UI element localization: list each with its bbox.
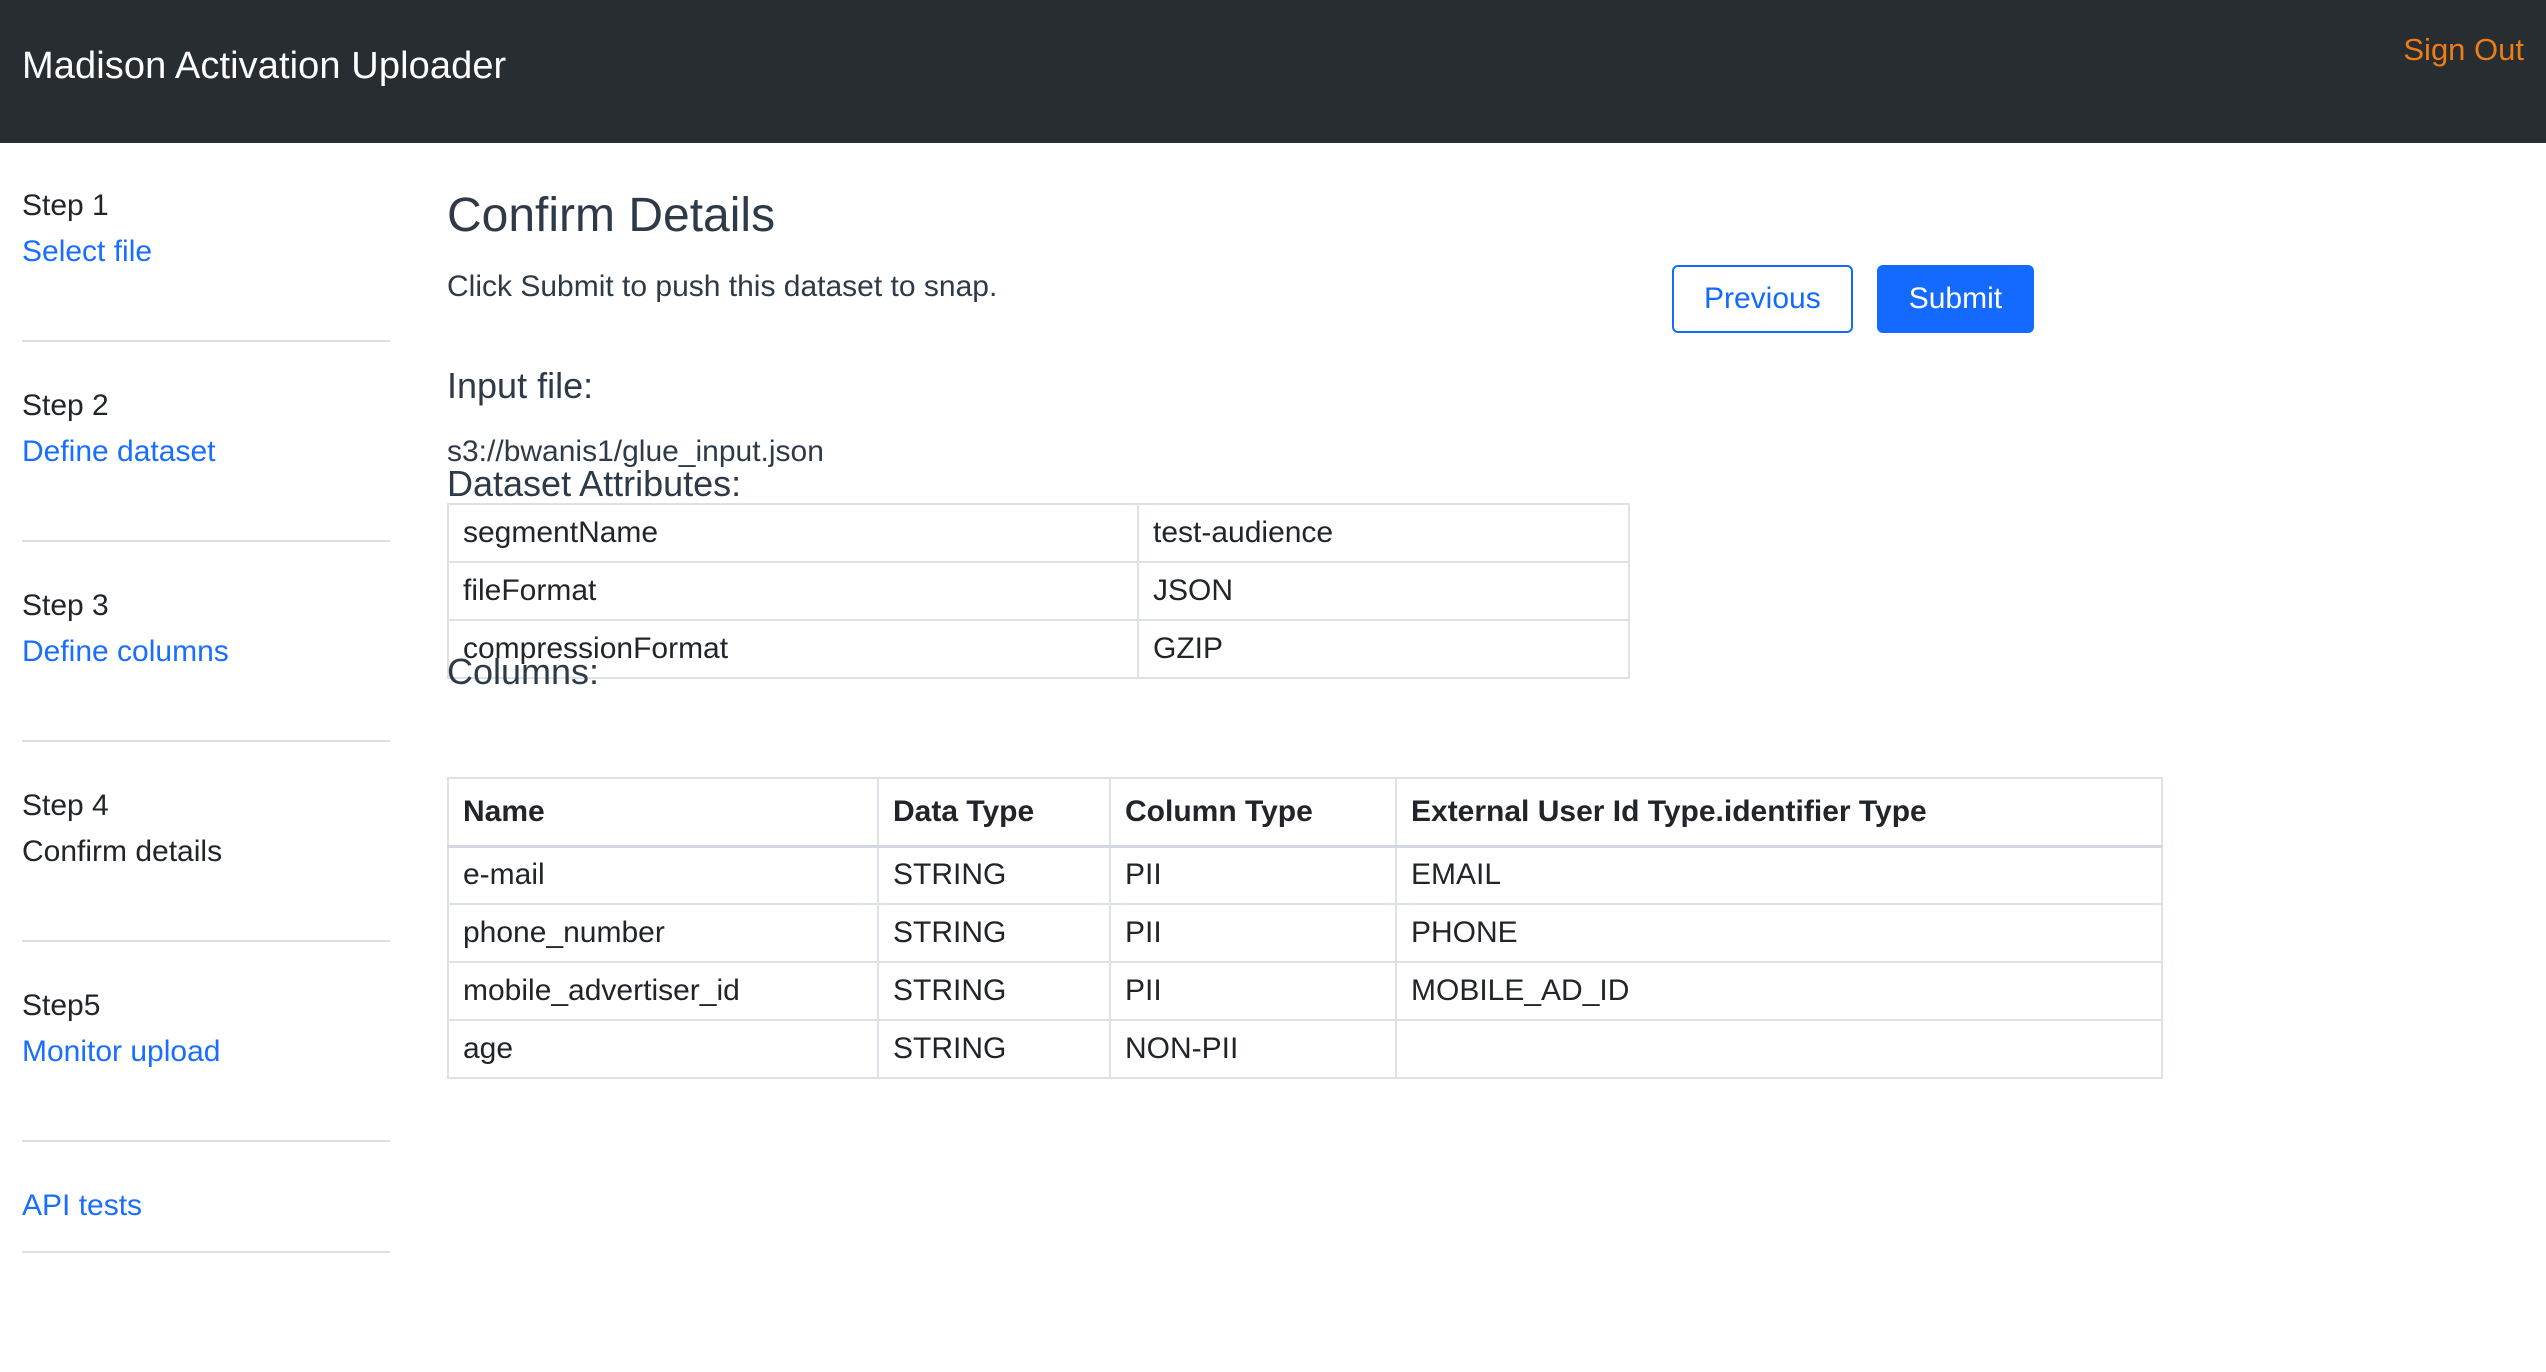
sidebar-divider-2 [22,540,390,542]
sign-out-link[interactable]: Sign Out [2403,32,2524,68]
sidebar-step-1-link[interactable]: Select file [22,229,392,275]
sidebar-api-tests-link[interactable]: API tests [22,1183,392,1229]
attribute-key: fileFormat [448,562,1138,620]
cell-name: e-mail [448,846,878,904]
sidebar-step-3[interactable]: Step 3 Define columns [22,583,392,675]
sidebar-step-5-number: Step5 [22,983,392,1029]
sidebar-step-4-label: Confirm details [22,829,392,875]
sidebar-step-2-link[interactable]: Define dataset [22,429,392,475]
sidebar-step-3-number: Step 3 [22,583,392,629]
cell-data-type: STRING [878,962,1110,1020]
table-row: compressionFormat GZIP [448,620,1629,678]
page-subtitle: Click Submit to push this dataset to sna… [447,270,997,304]
cell-data-type: STRING [878,846,1110,904]
cell-name: phone_number [448,904,878,962]
cell-data-type: STRING [878,1020,1110,1078]
sidebar-step-1[interactable]: Step 1 Select file [22,183,392,275]
sidebar-step-3-link[interactable]: Define columns [22,629,392,675]
cell-external-id: PHONE [1396,904,2162,962]
column-header-data-type: Data Type [878,778,1110,846]
sidebar-step-2-number: Step 2 [22,383,392,429]
cell-name: mobile_advertiser_id [448,962,878,1020]
cell-external-id: MOBILE_AD_ID [1396,962,2162,1020]
table-row: e-mail STRING PII EMAIL [448,846,2162,904]
sidebar-step-4: Step 4 Confirm details [22,783,392,875]
sidebar-divider-6 [22,1251,390,1253]
cell-external-id [1396,1020,2162,1078]
attribute-key: segmentName [448,504,1138,562]
sidebar-step-4-number: Step 4 [22,783,392,829]
table-row: fileFormat JSON [448,562,1629,620]
submit-button[interactable]: Submit [1877,265,2034,333]
attribute-value: JSON [1138,562,1629,620]
dataset-attributes-table: segmentName test-audience fileFormat JSO… [447,503,1630,679]
cell-column-type: PII [1110,962,1396,1020]
sidebar-divider-1 [22,340,390,342]
table-row: mobile_advertiser_id STRING PII MOBILE_A… [448,962,2162,1020]
cell-column-type: NON-PII [1110,1020,1396,1078]
sidebar-step-5[interactable]: Step5 Monitor upload [22,983,392,1075]
attribute-value: test-audience [1138,504,1629,562]
cell-data-type: STRING [878,904,1110,962]
table-row: segmentName test-audience [448,504,1629,562]
sidebar-divider-3 [22,740,390,742]
cell-name: age [448,1020,878,1078]
column-header-external-id: External User Id Type.identifier Type [1396,778,2162,846]
app-header: Madison Activation Uploader Sign Out [0,0,2546,143]
wizard-nav-buttons: Previous Submit [1672,265,2034,333]
page-title: Confirm Details [447,188,775,243]
previous-button[interactable]: Previous [1672,265,1853,333]
sidebar-api-tests[interactable]: API tests [22,1183,392,1229]
wizard-sidebar: Step 1 Select file Step 2 Define dataset… [0,143,415,1372]
columns-table: Name Data Type Column Type External User… [447,777,2163,1079]
sidebar-step-5-link[interactable]: Monitor upload [22,1029,392,1075]
column-header-column-type: Column Type [1110,778,1396,846]
attribute-value: GZIP [1138,620,1629,678]
input-file-heading: Input file: [447,365,593,407]
columns-table-header-row: Name Data Type Column Type External User… [448,778,2162,846]
sidebar-step-2[interactable]: Step 2 Define dataset [22,383,392,475]
main-content: Confirm Details Click Submit to push thi… [447,143,2546,1372]
app-title: Madison Activation Uploader [22,45,506,88]
sidebar-divider-5 [22,1140,390,1142]
columns-heading: Columns: [447,651,599,693]
column-header-name: Name [448,778,878,846]
cell-column-type: PII [1110,904,1396,962]
sidebar-divider-4 [22,940,390,942]
cell-column-type: PII [1110,846,1396,904]
cell-external-id: EMAIL [1396,846,2162,904]
table-row: age STRING NON-PII [448,1020,2162,1078]
table-row: phone_number STRING PII PHONE [448,904,2162,962]
dataset-attributes-heading: Dataset Attributes: [447,463,741,505]
sidebar-step-1-number: Step 1 [22,183,392,229]
